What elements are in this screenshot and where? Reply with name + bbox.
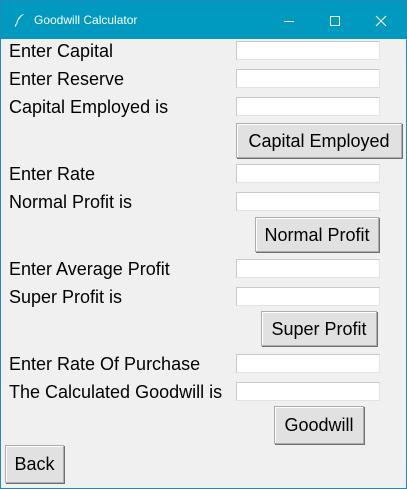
feather-icon — [14, 13, 26, 27]
capital-label: Enter Capital — [9, 41, 114, 61]
goodwill-button[interactable]: Goodwill — [274, 406, 364, 444]
goodwill-output[interactable] — [236, 382, 380, 401]
super-profit-label: Super Profit is — [9, 287, 123, 307]
minimize-icon — [284, 21, 294, 22]
minimize-button[interactable] — [266, 1, 312, 39]
goodwill-calculator-window: Goodwill Calculator Enter Capital Enter … — [0, 0, 407, 489]
maximize-button[interactable] — [312, 1, 358, 39]
capital-employed-output[interactable] — [236, 97, 380, 116]
close-icon — [375, 15, 387, 27]
form-area: Enter Capital Enter Reserve Capital Empl… — [1, 39, 406, 488]
reserve-input[interactable] — [236, 69, 380, 88]
normal-profit-label: Normal Profit is — [9, 192, 133, 212]
capital-input[interactable] — [236, 41, 380, 60]
normal-profit-output[interactable] — [236, 192, 380, 211]
window-title: Goodwill Calculator — [34, 13, 138, 27]
reserve-label: Enter Reserve — [9, 69, 125, 89]
title-bar[interactable]: Goodwill Calculator — [1, 1, 406, 39]
normal-profit-button[interactable]: Normal Profit — [255, 217, 379, 252]
rate-of-purchase-input[interactable] — [236, 354, 380, 373]
average-profit-label: Enter Average Profit — [9, 259, 170, 279]
average-profit-input[interactable] — [236, 259, 380, 278]
maximize-icon — [330, 16, 340, 26]
capital-employed-label: Capital Employed is — [9, 97, 169, 117]
close-button[interactable] — [358, 1, 404, 39]
rate-input[interactable] — [236, 164, 380, 183]
rate-of-purchase-label: Enter Rate Of Purchase — [9, 354, 201, 374]
rate-label: Enter Rate — [9, 164, 96, 184]
back-button[interactable]: Back — [5, 445, 64, 483]
super-profit-button[interactable]: Super Profit — [261, 311, 377, 346]
super-profit-output[interactable] — [236, 287, 380, 306]
capital-employed-button[interactable]: Capital Employed — [236, 123, 402, 158]
goodwill-label: The Calculated Goodwill is — [9, 382, 223, 402]
